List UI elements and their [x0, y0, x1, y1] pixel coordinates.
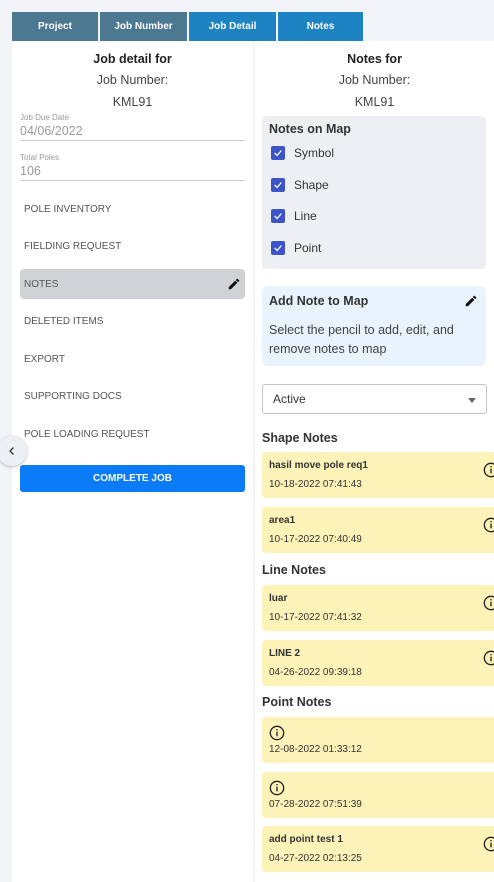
- job-due-date-field: Job Due Date 04/06/2022: [20, 113, 245, 141]
- tab-notes[interactable]: Notes: [278, 12, 363, 41]
- menu-label: FIELDING REQUEST: [24, 240, 122, 252]
- notes-on-map-box: Notes on Map Symbol Shape Line Point: [262, 116, 486, 269]
- note-title: LINE 2: [269, 648, 301, 659]
- job-number-label: Job Number:: [96, 73, 169, 87]
- tab-job-detail[interactable]: Job Detail: [189, 12, 276, 41]
- notes-on-map-title: Notes on Map: [269, 122, 351, 136]
- note-card[interactable]: add point test 1 04-27-2022 02:13:25: [262, 826, 494, 872]
- add-note-box: Add Note to Map Select the pencil to add…: [262, 286, 486, 366]
- checkbox-checked[interactable]: [271, 209, 285, 223]
- total-poles-value: 106: [20, 164, 41, 178]
- note-date: 12-08-2022 01:33:12: [269, 744, 362, 755]
- tab-project[interactable]: Project: [12, 12, 98, 41]
- total-poles-label: Total Poles: [20, 153, 60, 162]
- info-icon[interactable]: [269, 725, 285, 741]
- note-title: area1: [269, 515, 296, 526]
- menu-label: EXPORT: [24, 353, 65, 365]
- menu-label: NOTES: [24, 278, 59, 290]
- menu-label: SUPPORTING DOCS: [24, 390, 122, 402]
- info-icon[interactable]: [269, 780, 285, 796]
- note-title: add point test 1: [269, 834, 343, 845]
- shape-checkbox-row[interactable]: Shape: [271, 178, 329, 192]
- pencil-icon[interactable]: [464, 294, 478, 308]
- complete-job-button[interactable]: COMPLETE JOB: [20, 465, 245, 492]
- info-icon[interactable]: [483, 836, 494, 852]
- note-date: 04-27-2022 02:13:25: [269, 853, 362, 864]
- tab-job-number[interactable]: Job Number: [100, 12, 187, 41]
- add-note-description: Select the pencil to add, edit, and remo…: [269, 323, 454, 356]
- job-number-value: KML91: [112, 95, 153, 109]
- job-detail-panel: Job detail for Job Number: KML91 Job Due…: [12, 41, 253, 882]
- note-title: luar: [269, 593, 288, 604]
- checkbox-checked[interactable]: [271, 178, 285, 192]
- menu-label: POLE LOADING REQUEST: [24, 428, 150, 440]
- note-date: 07-28-2022 07:51:39: [269, 799, 362, 810]
- status-filter-select[interactable]: Active: [262, 384, 487, 414]
- menu-export[interactable]: EXPORT: [20, 344, 245, 374]
- note-title: hasil move pole req1: [269, 460, 368, 471]
- shape-notes-title: Shape Notes: [262, 431, 338, 445]
- job-detail-title: Job detail for: [93, 52, 172, 66]
- check-icon: [274, 150, 282, 157]
- line-label: Line: [294, 209, 317, 223]
- line-checkbox-row[interactable]: Line: [271, 209, 317, 223]
- menu-deleted-items[interactable]: DELETED ITEMS: [20, 306, 245, 336]
- point-notes-title: Point Notes: [262, 695, 332, 709]
- menu-supporting-docs[interactable]: SUPPORTING DOCS: [20, 381, 245, 411]
- check-icon: [274, 182, 282, 189]
- notes-title: Notes for: [347, 52, 402, 66]
- info-icon[interactable]: [483, 595, 494, 611]
- line-notes-title: Line Notes: [262, 563, 326, 577]
- note-card[interactable]: luar 10-17-2022 07:41:32: [262, 585, 494, 631]
- note-date: 04-26-2022 09:39:18: [269, 667, 362, 678]
- point-checkbox-row[interactable]: Point: [271, 241, 321, 255]
- symbol-checkbox-row[interactable]: Symbol: [271, 146, 334, 160]
- add-note-title: Add Note to Map: [269, 294, 369, 308]
- notes-panel: Notes for Job Number: KML91 Notes on Map…: [255, 41, 494, 882]
- note-date: 10-17-2022 07:41:32: [269, 612, 362, 623]
- shape-label: Shape: [294, 178, 329, 192]
- checkbox-checked[interactable]: [271, 241, 285, 255]
- menu-fielding-request[interactable]: FIELDING REQUEST: [20, 231, 245, 261]
- status-filter-value: Active: [273, 392, 306, 406]
- info-icon[interactable]: [483, 462, 494, 478]
- pencil-icon[interactable]: [227, 277, 241, 291]
- job-due-date-label: Job Due Date: [20, 113, 69, 122]
- info-icon[interactable]: [483, 517, 494, 533]
- note-card[interactable]: 07-28-2022 07:51:39: [262, 772, 494, 818]
- symbol-label: Symbol: [294, 146, 335, 160]
- dropdown-caret-icon: [468, 398, 476, 403]
- note-card[interactable]: area1 10-17-2022 07:40:49: [262, 507, 494, 553]
- check-icon: [274, 213, 282, 220]
- job-due-date-value: 04/06/2022: [20, 124, 83, 138]
- note-date: 10-17-2022 07:40:49: [269, 534, 362, 545]
- menu-label: POLE INVENTORY: [24, 203, 112, 215]
- menu-pole-inventory[interactable]: POLE INVENTORY: [20, 194, 245, 224]
- total-poles-field: Total Poles 106: [20, 153, 245, 181]
- checkbox-checked[interactable]: [271, 146, 285, 160]
- notes-job-number-label: Job Number:: [338, 73, 411, 87]
- note-date: 10-18-2022 07:41:43: [269, 479, 362, 490]
- point-label: Point: [294, 241, 322, 255]
- note-card[interactable]: hasil move pole req1 10-18-2022 07:41:43: [262, 452, 494, 498]
- note-card[interactable]: 12-08-2022 01:33:12: [262, 717, 494, 763]
- menu-label: DELETED ITEMS: [24, 315, 104, 327]
- note-card[interactable]: LINE 2 04-26-2022 09:39:18: [262, 640, 494, 686]
- top-tabs: Project Job Number Job Detail Notes: [12, 12, 365, 41]
- check-icon: [274, 245, 282, 252]
- chevron-left-icon: [9, 447, 14, 455]
- menu-pole-loading-request[interactable]: POLE LOADING REQUEST: [20, 419, 245, 449]
- menu-notes[interactable]: NOTES: [20, 269, 245, 299]
- notes-job-number-value: KML91: [354, 95, 395, 109]
- info-icon[interactable]: [483, 650, 494, 666]
